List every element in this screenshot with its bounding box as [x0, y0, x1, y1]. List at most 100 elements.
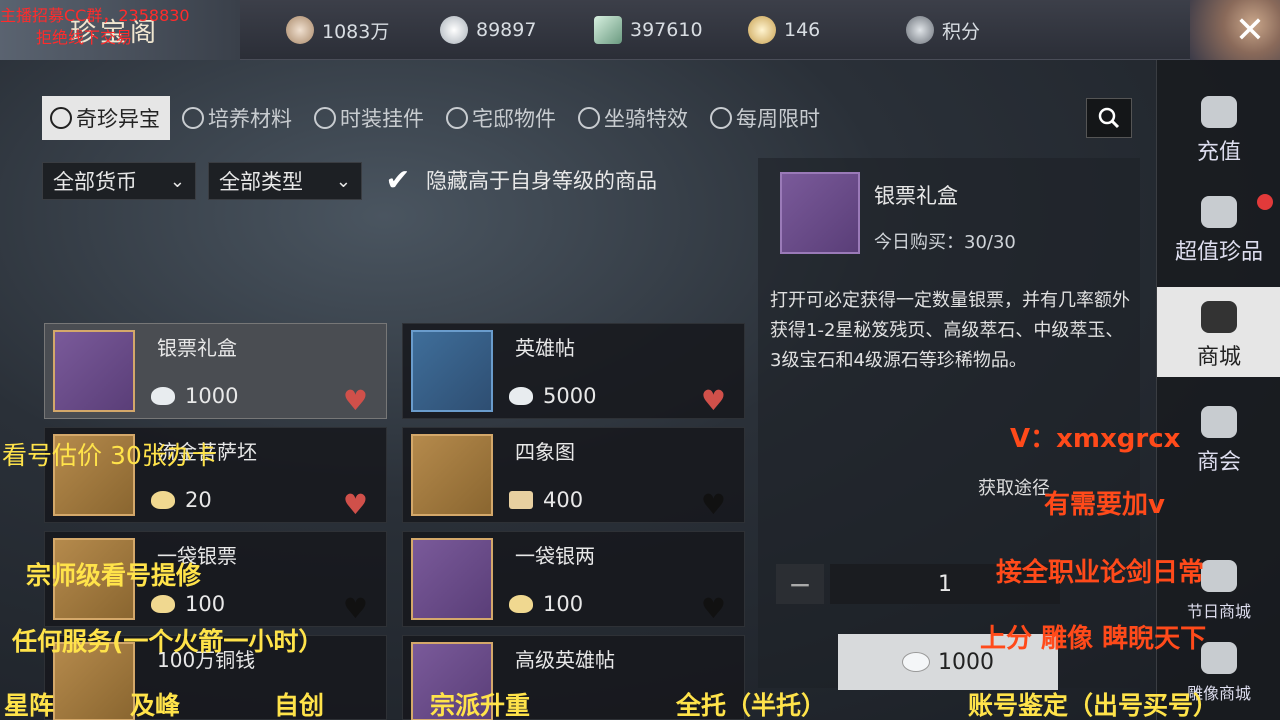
stream-overlay-text: 账号鉴定（出号买号） — [968, 691, 1219, 720]
shop-item[interactable]: 银票礼盒 1000 ♥ — [44, 323, 387, 419]
stream-overlay-text: 全托（半托） — [676, 691, 827, 720]
price-value: 100 — [543, 592, 584, 616]
stream-overlay-text: 上分 雕像 睥睨天下 — [980, 624, 1207, 654]
tab-label: 每周限时 — [736, 107, 820, 131]
tab-fashion[interactable]: 时装挂件 — [306, 96, 434, 140]
currency-value: 89897 — [476, 19, 537, 41]
item-price: 400 — [509, 488, 583, 512]
currency-jade: 397610 — [594, 16, 703, 44]
item-name: 一袋银两 — [515, 544, 595, 568]
currency-value: 146 — [784, 19, 821, 41]
checkmark-icon: ✔ — [385, 162, 411, 198]
source-label: 获取途径 — [978, 478, 1050, 499]
jade-icon — [509, 491, 533, 509]
tab-weekly[interactable]: 每周限时 — [702, 96, 830, 140]
category-tabs: 奇珍异宝 培养材料 时装挂件 宅邸物件 坐骑特效 每周限时 — [42, 96, 1132, 140]
quantity-decrease-button[interactable]: − — [776, 564, 824, 604]
stream-overlay-text: 宗师级看号提修 — [26, 561, 202, 590]
favorite-heart-icon[interactable]: ♥ — [343, 592, 368, 625]
item-name: 英雄帖 — [515, 336, 575, 360]
item-name: 银票礼盒 — [157, 336, 237, 360]
type-filter-dropdown[interactable]: 全部类型 ⌄ — [208, 162, 362, 200]
dropdown-value: 全部类型 — [219, 170, 303, 194]
close-icon: ✕ — [1234, 9, 1266, 51]
item-price: 100 — [509, 592, 583, 616]
stream-overlay-text: V：xmxgrcx — [1010, 424, 1181, 454]
favorite-heart-icon[interactable]: ♥ — [701, 384, 726, 417]
favorite-heart-icon[interactable]: ♥ — [343, 384, 368, 417]
sidenav-label: 超值珍品 — [1174, 240, 1263, 265]
notification-dot — [1257, 194, 1273, 210]
currency-value: 397610 — [630, 19, 703, 41]
top-bar: 珍宝阁 1083万 89897 397610 146 积分 ✕ — [0, 0, 1280, 60]
item-description: 打开可必定获得一定数量银票，并有几率额外获得1-2星秘笈残页、高级萃石、中级萃玉… — [770, 290, 1130, 371]
shop-item[interactable]: 四象图 400 ♥ — [402, 427, 745, 523]
gold-ingot-icon — [151, 491, 175, 509]
tab-label: 时装挂件 — [340, 107, 424, 131]
chevron-down-icon: ⌄ — [335, 171, 351, 192]
tab-materials[interactable]: 培养材料 — [174, 96, 302, 140]
detail-item-name: 银票礼盒 — [874, 184, 958, 208]
gold-ingot-icon — [748, 16, 776, 44]
tab-label: 坐骑特效 — [604, 107, 688, 131]
hide-higher-level-checkbox[interactable]: ✔ 隐藏高于自身等级的商品 — [380, 162, 657, 198]
price-value: 1000 — [185, 384, 239, 408]
favorite-heart-icon[interactable]: ♥ — [343, 488, 368, 521]
item-price: 1000 — [151, 384, 238, 408]
price-value: 400 — [543, 488, 584, 512]
currency-points[interactable]: 积分 — [906, 16, 980, 44]
stream-overlay-text: 接全职业论剑日常 — [996, 558, 1205, 588]
close-button[interactable]: ✕ — [1190, 0, 1280, 60]
quantity-value: 1 — [938, 571, 952, 597]
chevron-down-icon: ⌄ — [169, 171, 185, 192]
treasure-chest-icon — [53, 330, 135, 412]
fashion-icon — [314, 107, 336, 129]
mansion-icon — [446, 107, 468, 129]
price-value: 5000 — [543, 384, 597, 408]
shop-item[interactable]: 英雄帖 5000 ♥ — [402, 323, 745, 419]
stream-overlay-text: 星阵 — [4, 691, 55, 720]
currency-filter-dropdown[interactable]: 全部货币 ⌄ — [42, 162, 196, 200]
sidenav-deals[interactable]: 超值珍品 — [1157, 182, 1280, 272]
scroll-icon — [411, 330, 493, 412]
favorite-heart-icon[interactable]: ♥ — [701, 488, 726, 521]
sidenav-mall[interactable]: 商城 — [1157, 287, 1280, 377]
stream-overlay-text: 主播招募CC群，2358830 — [0, 6, 190, 25]
clock-icon — [710, 107, 732, 129]
silver-ingot-icon — [440, 16, 468, 44]
treasure-icon — [50, 107, 72, 129]
currency-silver: 89897 — [440, 16, 536, 44]
tab-mansion[interactable]: 宅邸物件 — [438, 96, 566, 140]
stream-overlay-text: 及峰 — [130, 691, 181, 720]
silver-bag-icon — [411, 538, 493, 620]
shop-item[interactable]: 一袋银两 100 ♥ — [402, 531, 745, 627]
guild-emblem-icon — [1201, 406, 1237, 438]
price-value: 100 — [185, 592, 226, 616]
tab-treasures[interactable]: 奇珍异宝 — [42, 96, 170, 140]
silver-ingot-icon — [902, 652, 930, 672]
item-price: 20 — [151, 488, 212, 512]
stream-overlay-text: 看号估价 30张办卡 — [2, 441, 217, 470]
festival-icon — [1201, 560, 1237, 592]
favorite-heart-icon[interactable]: ♥ — [701, 592, 726, 625]
shop-icon — [1201, 301, 1237, 333]
item-name: 高级英雄帖 — [515, 648, 615, 672]
tab-label: 奇珍异宝 — [76, 107, 160, 131]
statue-icon — [1201, 642, 1237, 674]
feather-icon — [182, 107, 204, 129]
money-bag-icon — [1201, 96, 1237, 128]
currency-value: 1083万 — [322, 20, 390, 43]
search-icon — [1098, 107, 1120, 129]
search-button[interactable] — [1086, 98, 1132, 138]
stream-overlay-text: 自创 — [274, 691, 325, 720]
tab-mounts[interactable]: 坐骑特效 — [570, 96, 698, 140]
item-price: 100 — [151, 592, 225, 616]
silver-ingot-icon — [509, 387, 533, 405]
sidenav-label: 充值 — [1196, 140, 1241, 165]
gold-ingot-icon — [509, 595, 533, 613]
gold-ingot-icon — [151, 595, 175, 613]
sidenav-recharge[interactable]: 充值 — [1157, 82, 1280, 172]
silver-ingot-icon — [151, 387, 175, 405]
stream-overlay-text: 任何服务(一个火箭一小时） — [12, 627, 324, 656]
checkbox-label: 隐藏高于自身等级的商品 — [426, 169, 657, 193]
